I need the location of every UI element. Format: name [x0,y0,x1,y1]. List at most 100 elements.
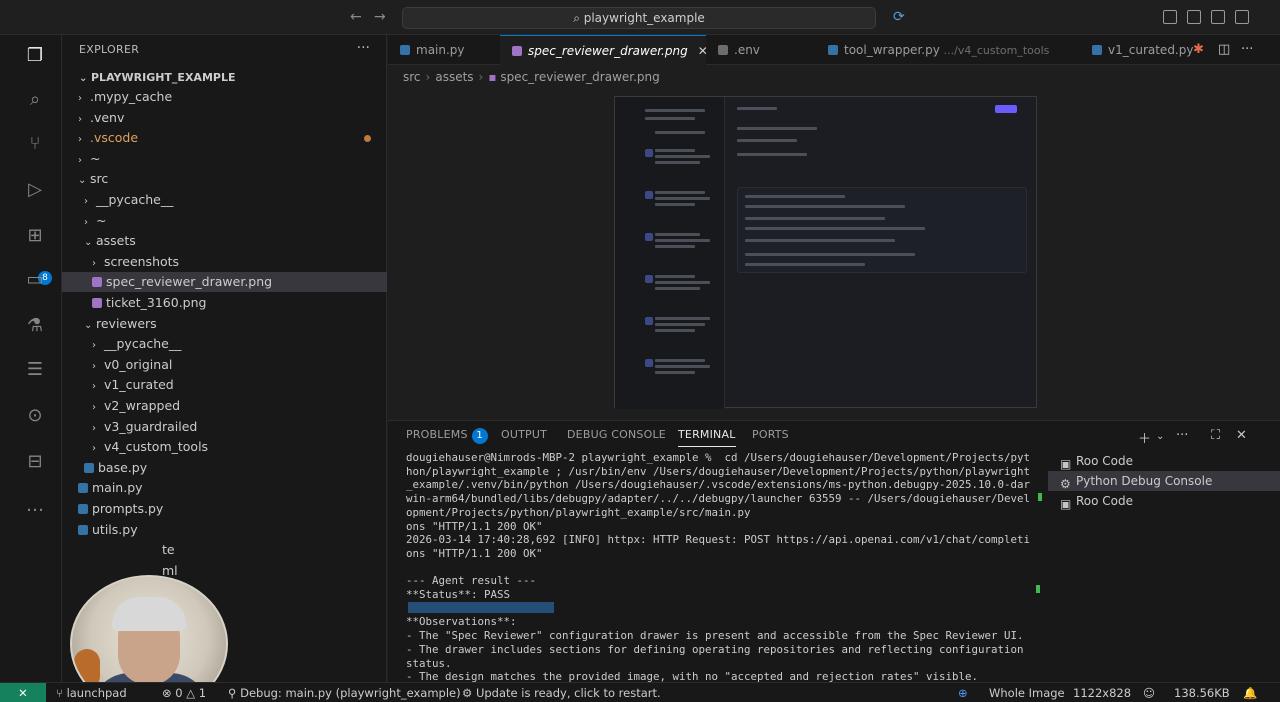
file-item[interactable]: ticket_3160.png [62,293,387,313]
maximize-panel-icon[interactable]: ⛶ [1211,428,1220,443]
tab-main-py[interactable]: main.py [388,35,500,65]
chevron-down-icon[interactable]: ⌄ [1156,431,1164,442]
file-item[interactable]: utils.py [62,520,387,540]
folder-item[interactable]: › __pycache__ [62,334,387,354]
debug-indicator[interactable]: ⚲ Debug: main.py (playwright_example) [228,683,461,702]
zoom-icon[interactable]: ⊕ [958,683,968,702]
tab-tool-wrapper[interactable]: tool_wrapper.py .../v4_custom_tools [816,35,1060,65]
more-icon[interactable]: … [24,495,46,517]
folder-item[interactable]: › ~ [62,211,387,231]
folder-item[interactable]: ⌄ src [62,169,387,189]
preview-skeleton-line [655,275,695,278]
more-actions-icon[interactable]: ··· [1241,42,1253,57]
explorer-icon[interactable]: ❐ [24,45,46,67]
command-center-label: playwright_example [583,11,705,25]
remote-explorer-icon[interactable]: ▭ [24,269,46,291]
toggle-secondary-sidebar-icon[interactable] [1235,10,1249,24]
folder-item[interactable]: › v0_original [62,355,387,375]
testing-icon[interactable]: ⚗ [24,315,46,337]
breadcrumb-item[interactable]: src [403,70,421,84]
run-debug-icon[interactable]: ▷ [24,179,46,201]
tab-debug-console[interactable]: DEBUG CONSOLE [567,428,666,441]
folder-item[interactable]: › .venv [62,108,387,128]
command-center[interactable]: ⌕ playwright_example [402,7,876,29]
new-terminal-icon[interactable]: ＋ [1138,428,1151,447]
preview-skeleton-line [655,365,710,368]
source-control-icon[interactable]: ⑂ [24,133,46,155]
database-icon[interactable]: ☰ [24,359,46,381]
bottom-panel: PROBLEMS 1 OUTPUT DEBUG CONSOLE TERMINAL … [388,420,1280,683]
modified-indicator [364,135,371,143]
docker-icon[interactable]: ⊟ [24,451,46,473]
preview-skeleton-line [645,109,705,112]
terminal-icon: ▣ [1060,497,1072,511]
folder-item[interactable]: ⌄ reviewers [62,314,387,334]
more-actions-icon[interactable]: ··· [1176,428,1188,443]
explorer-root-folder[interactable]: ⌄ PLAYWRIGHT_EXAMPLE [62,68,387,88]
folder-item[interactable]: ⌄ assets [62,231,387,251]
folder-item[interactable]: › .vscode [62,128,387,148]
tree-item-label: ~ [90,150,101,166]
folder-item[interactable]: › screenshots [62,252,387,272]
notification-icon[interactable]: 🔔 [1243,683,1257,702]
image-file-icon: ▪ [488,70,501,84]
search-icon[interactable]: ⌕ [24,89,46,111]
more-actions-icon[interactable]: ··· [357,40,370,56]
tree-item-label: assets [96,233,136,249]
tab-env[interactable]: .env [706,35,816,65]
problems-indicator[interactable]: ⊗ 0 △ 1 [162,683,206,702]
tree-item-label: v4_custom_tools [104,439,209,455]
arrow-left-icon[interactable]: ← [350,9,362,25]
terminal-entry[interactable]: ▣ Roo Code [1048,451,1280,471]
file-item[interactable]: spec_reviewer_drawer.png [62,272,387,293]
terminal-entry[interactable]: ▣ Roo Code [1048,491,1280,511]
folder-item[interactable]: › .mypy_cache [62,87,387,107]
tree-item-label: te [162,542,175,558]
remote-indicator[interactable]: ✕ [0,683,46,702]
folder-item[interactable]: › __pycache__ [62,190,387,210]
preview-item-icon [645,275,653,283]
file-item[interactable]: base.py [62,458,387,478]
image-mode[interactable]: Whole Image [989,683,1065,702]
tab-terminal[interactable]: TERMINAL [678,428,736,447]
tab-spec-reviewer-drawer[interactable]: spec_reviewer_drawer.png ✕ [500,35,708,65]
chevron-right-icon: › [78,113,82,125]
chevron-right-icon: › [92,257,96,269]
image-preview-editor [388,88,1280,420]
layout-customize-icon[interactable] [1163,10,1177,24]
folder-item[interactable]: › v1_curated [62,375,387,395]
breadcrumb-item[interactable]: assets [435,70,473,84]
tab-ports[interactable]: PORTS [752,428,789,441]
split-editor-icon[interactable]: ◫ [1218,42,1230,57]
branch-indicator[interactable]: ⑂ launchpad [56,683,127,702]
toggle-sidebar-icon[interactable] [1187,10,1201,24]
close-icon[interactable]: ✕ [1236,428,1247,443]
terminal-entry[interactable]: ⚙ Python Debug Console [1048,471,1280,491]
tab-v1-curated[interactable]: v1_curated.py [1080,35,1198,65]
copilot-icon[interactable]: ⟳ [893,9,905,25]
update-indicator[interactable]: ⚙ Update is ready, click to restart. [462,683,661,702]
chevron-right-icon: › [92,340,96,352]
copilot-icon[interactable]: ☺ [1143,683,1155,702]
breadcrumb-item[interactable]: spec_reviewer_drawer.png [500,70,659,84]
file-item[interactable]: ml [62,561,387,581]
preview-skeleton-line [655,281,710,284]
chevron-down-icon: ⌄ [78,175,87,187]
folder-item[interactable]: › v4_custom_tools [62,437,387,457]
tab-output[interactable]: OUTPUT [501,428,547,441]
toggle-panel-icon[interactable] [1211,10,1225,24]
extensions-icon[interactable]: ⊞ [24,225,46,247]
file-item[interactable]: main.py [62,478,387,498]
tab-problems[interactable]: PROBLEMS 1 [406,428,488,444]
terminal-output[interactable]: dougiehauser@Nimrods-MBP-2 playwright_ex… [406,451,1034,683]
git-graph-icon[interactable]: ⊙ [24,405,46,427]
tree-item-label: src [90,171,109,187]
arrow-right-icon[interactable]: → [374,9,386,25]
folder-item[interactable]: › ~ [62,149,387,169]
file-item[interactable]: te [62,540,387,560]
folder-item[interactable]: › v2_wrapped [62,396,387,416]
folder-item[interactable]: › v3_guardrailed [62,417,387,437]
image-file-icon [92,277,102,288]
file-item[interactable]: prompts.py [62,499,387,519]
roo-code-icon[interactable]: ✱ [1193,42,1204,57]
